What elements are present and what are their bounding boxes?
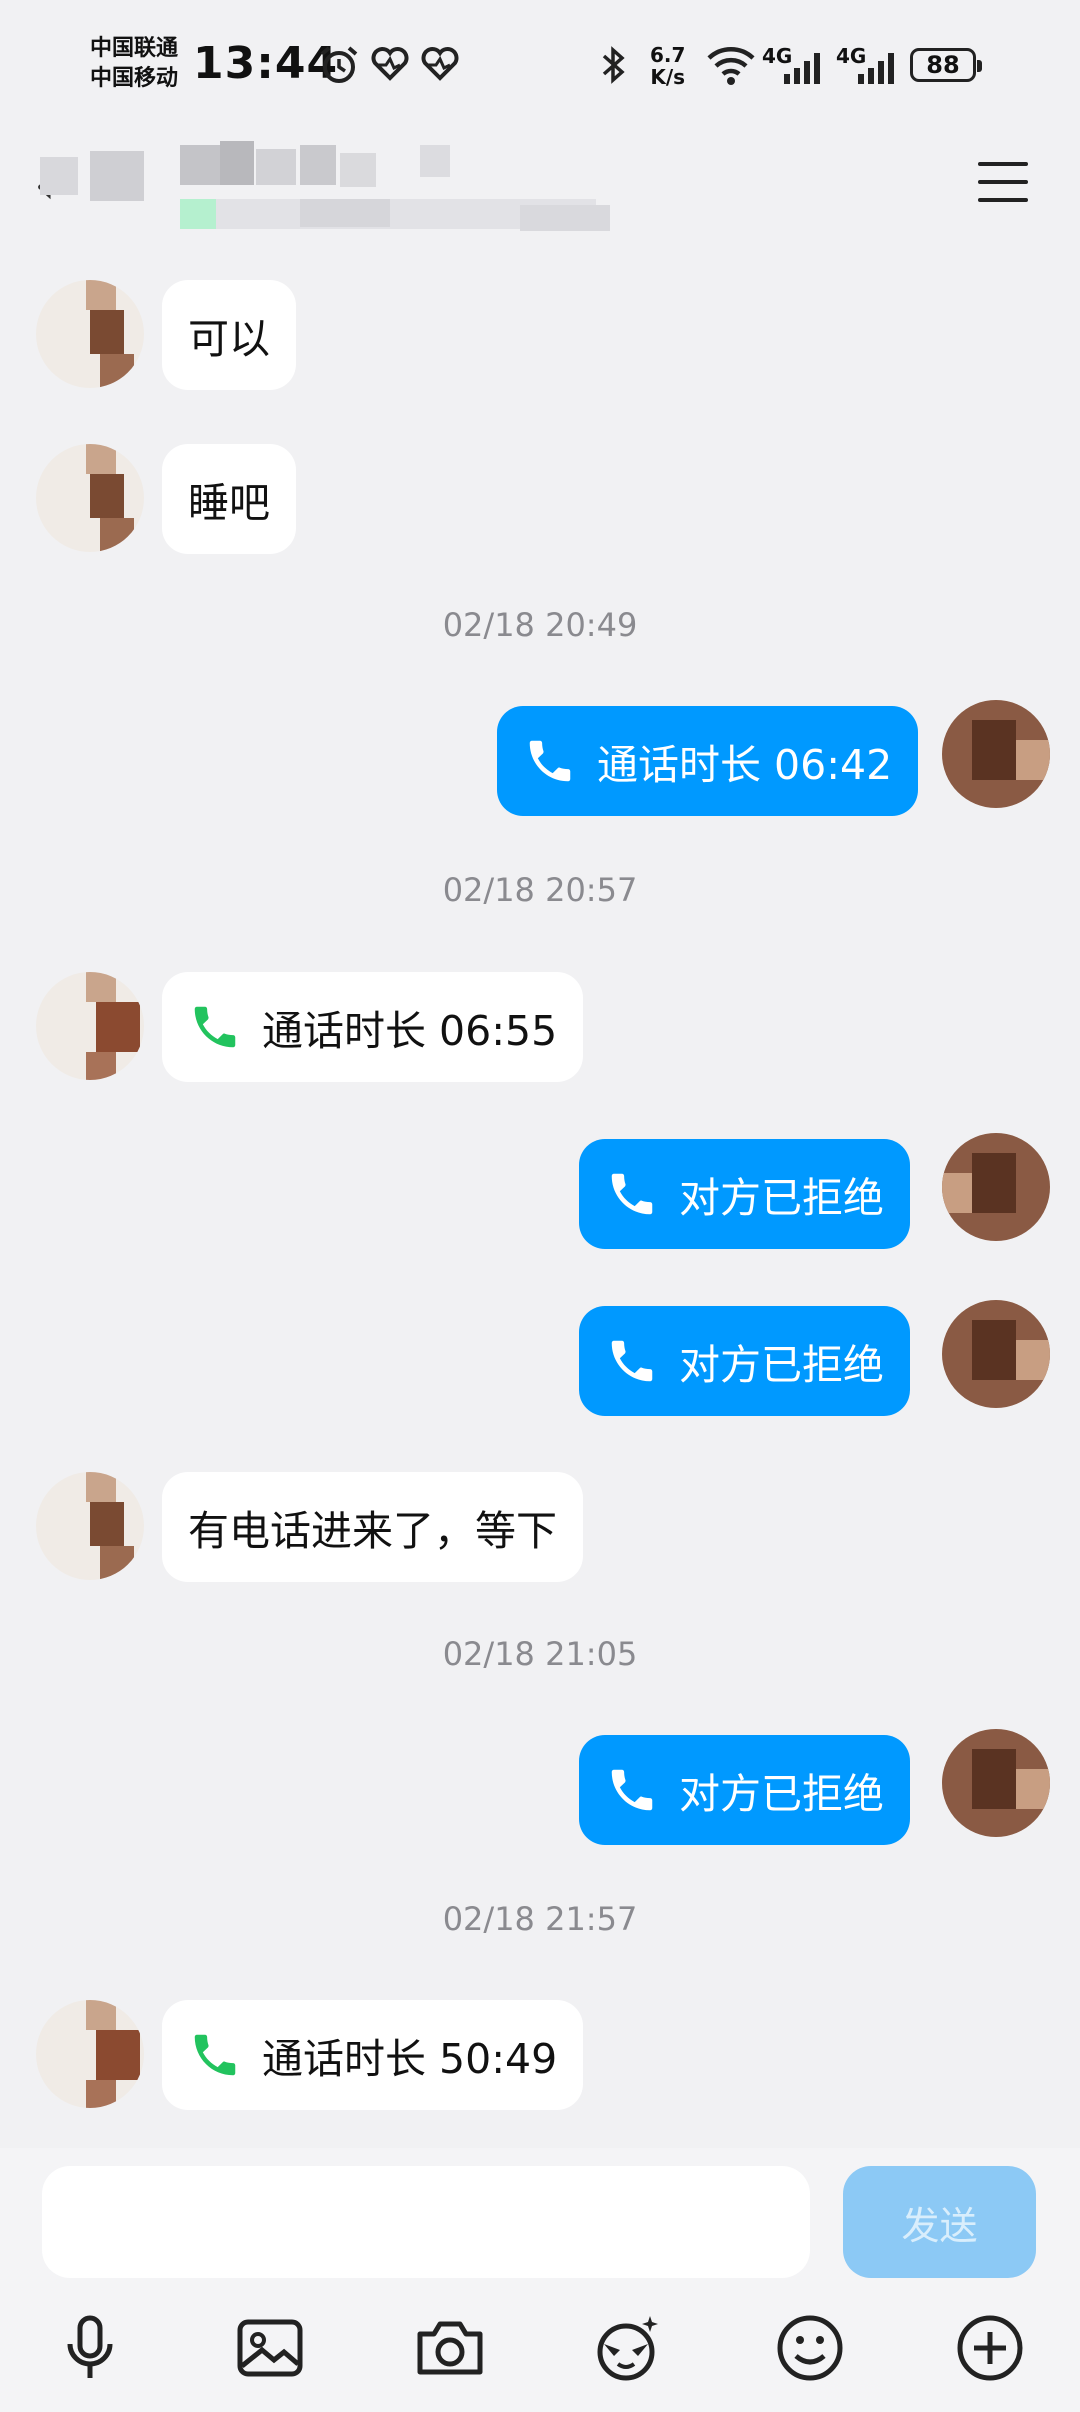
message-text: 睡吧 xyxy=(188,479,270,527)
contact-avatar[interactable] xyxy=(36,972,144,1080)
hamburger-menu-icon[interactable] xyxy=(978,162,1028,202)
my-avatar[interactable] xyxy=(942,700,1050,808)
phone-icon xyxy=(529,740,571,782)
my-avatar[interactable] xyxy=(942,1133,1050,1241)
call-text: 对方已拒绝 xyxy=(679,1174,884,1222)
call-record-outgoing[interactable]: 对方已拒绝 xyxy=(579,1735,910,1845)
call-record-outgoing[interactable]: 对方已拒绝 xyxy=(579,1139,910,1249)
status-bar: 中国联通 中国移动 13:44 6.7 K/s 4G 4G 88 xyxy=(0,0,1080,135)
message-bubble-incoming[interactable]: 可以 xyxy=(162,280,296,390)
carrier-1: 中国联通 xyxy=(90,36,179,61)
send-button[interactable]: 发送 xyxy=(843,2166,1036,2278)
signal-icon xyxy=(784,53,820,84)
message-timestamp: 02/18 20:57 xyxy=(442,871,638,909)
message-timestamp: 02/18 21:05 xyxy=(442,1635,638,1673)
status-time: 13:44 xyxy=(193,38,339,89)
signal-icon-2 xyxy=(858,53,894,84)
call-text: 通话时长 06:55 xyxy=(262,1007,558,1055)
call-text: 通话时长 50:49 xyxy=(262,2035,558,2083)
phone-icon xyxy=(611,1173,653,1215)
call-record-incoming[interactable]: 通话时长 06:55 xyxy=(162,972,584,1082)
image-icon[interactable] xyxy=(232,2310,308,2386)
contact-avatar[interactable] xyxy=(36,2000,144,2108)
message-timestamp: 02/18 20:49 xyxy=(442,606,638,644)
phone-icon xyxy=(194,2034,236,2076)
chat-header: ‹ xyxy=(0,135,1080,255)
carrier-2: 中国移动 xyxy=(90,66,179,91)
bluetooth-icon xyxy=(602,46,625,84)
call-record-incoming[interactable]: 通话时长 50:49 xyxy=(162,2000,584,2110)
network-speed-value: 6.7 xyxy=(650,43,686,67)
phone-icon xyxy=(194,1006,236,1048)
message-timestamp: 02/18 21:57 xyxy=(442,1900,638,1938)
phone-icon xyxy=(611,1769,653,1811)
my-avatar[interactable] xyxy=(942,1300,1050,1408)
carrier-labels: 中国联通 中国移动 xyxy=(90,34,178,94)
call-record-outgoing[interactable]: 通话时长 06:42 xyxy=(497,706,919,816)
contact-avatar[interactable] xyxy=(36,444,144,552)
my-avatar[interactable] xyxy=(942,1729,1050,1837)
emoji-icon[interactable] xyxy=(772,2310,848,2386)
composer-bar: 发送 xyxy=(0,2148,1080,2412)
message-bubble-incoming[interactable]: 睡吧 xyxy=(162,444,296,554)
network-speed: 6.7 K/s xyxy=(650,44,685,88)
call-text: 通话时长 06:42 xyxy=(597,741,893,789)
plus-icon[interactable] xyxy=(952,2310,1028,2386)
health-heart-icon xyxy=(371,47,409,81)
battery-indicator: 88 xyxy=(910,48,982,82)
call-text: 对方已拒绝 xyxy=(679,1770,884,1818)
call-text: 对方已拒绝 xyxy=(679,1341,884,1389)
microphone-icon[interactable] xyxy=(52,2310,128,2386)
contact-avatar[interactable] xyxy=(36,1472,144,1580)
alarm-icon xyxy=(320,46,358,83)
contact-avatar[interactable] xyxy=(36,280,144,388)
face-filter-icon[interactable] xyxy=(590,2310,666,2386)
message-input[interactable] xyxy=(42,2166,810,2278)
camera-icon[interactable] xyxy=(412,2310,488,2386)
message-text: 有电话进来了，等下 xyxy=(188,1507,557,1555)
message-bubble-incoming[interactable]: 有电话进来了，等下 xyxy=(162,1472,583,1582)
message-text: 可以 xyxy=(188,315,270,363)
health-heart-icon-2 xyxy=(421,47,459,81)
wifi-icon xyxy=(707,47,755,85)
phone-icon xyxy=(611,1340,653,1382)
network-speed-unit: K/s xyxy=(650,65,686,89)
call-record-outgoing[interactable]: 对方已拒绝 xyxy=(579,1306,910,1416)
